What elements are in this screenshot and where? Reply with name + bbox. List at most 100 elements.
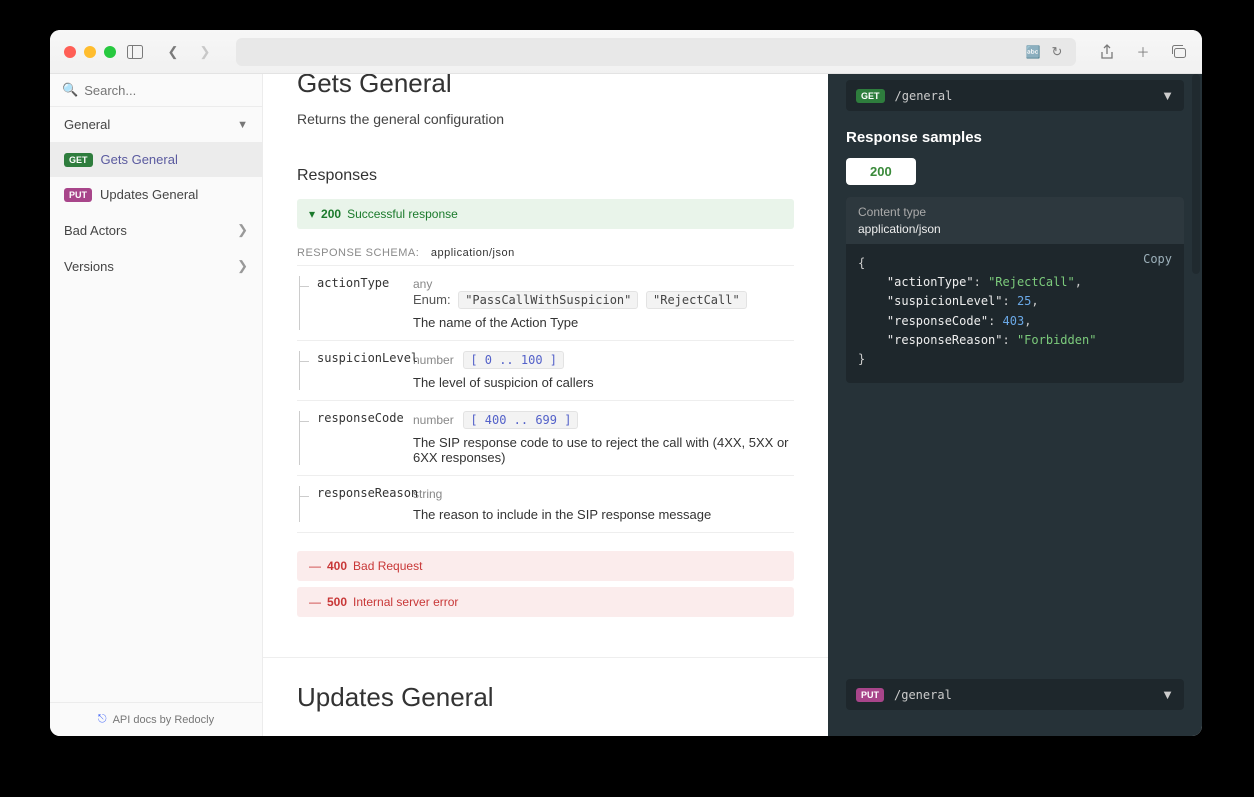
schema-label: RESPONSE SCHEMA: application/json [297, 247, 794, 259]
enum-value: "RejectCall" [646, 291, 747, 309]
copy-button[interactable]: Copy [1143, 250, 1172, 269]
field-row: responseReason string The reason to incl… [297, 476, 794, 533]
method-badge-get: GET [856, 89, 885, 103]
content-scroll[interactable]: Gets General Returns the general configu… [263, 74, 1202, 736]
response-code: 200 [321, 207, 341, 221]
nav-arrows: ❮ ❯ [164, 43, 214, 61]
field-body: number [ 0 .. 100 ] The level of suspici… [413, 351, 794, 390]
endpoint-bar-get[interactable]: GET /general ▼ [846, 80, 1184, 111]
reader-icon[interactable]: 🔤 [1024, 43, 1042, 61]
nav-item-updates-general[interactable]: PUT Updates General [50, 177, 262, 212]
app-body: 🔍 General ▼ GET Gets General PUT Updates… [50, 74, 1202, 736]
section-title: Updates General [297, 682, 794, 713]
nav-group-versions[interactable]: Versions ❯ [50, 248, 262, 284]
json-value: "RejectCall" [988, 275, 1075, 289]
nav-group-general[interactable]: General ▼ [50, 107, 262, 142]
chevron-down-icon: ▾ [309, 207, 315, 221]
field-name: responseReason [297, 486, 413, 522]
section-divider [263, 657, 828, 658]
response-samples-title: Response samples [846, 129, 1184, 146]
nav-item-label: Updates General [100, 187, 198, 202]
response-code: 400 [327, 559, 347, 573]
field-body: string The reason to include in the SIP … [413, 486, 794, 522]
endpoint-bar-put[interactable]: PUT /general ▼ [846, 679, 1184, 710]
chevron-right-icon: ❯ [237, 258, 248, 274]
field-row: responseCode number [ 400 .. 699 ] The S… [297, 401, 794, 476]
endpoint-path: /general [894, 688, 1151, 702]
nav-group-label: General [64, 117, 110, 132]
browser-window: ❮ ❯ 🔤 ↻ ＋ 🔍 General ▼ GET Gets General [50, 30, 1202, 736]
code-body: Copy { "actionType": "RejectCall", "susp… [846, 244, 1184, 383]
titlebar: ❮ ❯ 🔤 ↻ ＋ [50, 30, 1202, 74]
field-desc: The level of suspicion of callers [413, 375, 794, 390]
response-200-row[interactable]: ▾ 200 Successful response [297, 199, 794, 229]
schema-table: actionType any Enum: "PassCallWithSuspic… [297, 265, 794, 533]
chevron-down-icon: ▼ [1161, 687, 1174, 702]
response-400-row[interactable]: — 400 Bad Request [297, 551, 794, 581]
field-constraint: [ 400 .. 699 ] [463, 411, 578, 429]
tabs-icon[interactable] [1170, 43, 1188, 61]
nav-group-bad-actors[interactable]: Bad Actors ❯ [50, 212, 262, 248]
field-type: number [413, 353, 454, 367]
response-text: Bad Request [353, 559, 422, 573]
enum-label: Enum: [413, 292, 451, 307]
field-row: suspicionLevel number [ 0 .. 100 ] The l… [297, 341, 794, 401]
new-tab-icon[interactable]: ＋ [1134, 43, 1152, 61]
json-value: 25 [1017, 294, 1031, 308]
schema-content-type: application/json [431, 247, 515, 259]
redocly-logo-icon: ⎋ [98, 713, 107, 726]
method-badge-put: PUT [856, 688, 884, 702]
field-name: responseCode [297, 411, 413, 465]
window-controls [64, 46, 116, 58]
json-key: "suspicionLevel" [887, 294, 1003, 308]
nav-item-label: Gets General [101, 152, 178, 167]
response-code: 500 [327, 595, 347, 609]
minimize-dot[interactable] [84, 46, 96, 58]
nav-group-label: Versions [64, 259, 114, 274]
section-desc: Returns the general configuration [297, 111, 794, 127]
field-desc: The reason to include in the SIP respons… [413, 507, 794, 522]
nav-group-label: Bad Actors [64, 223, 127, 238]
responses-heading: Responses [297, 167, 794, 185]
chevron-down-icon: ▼ [1161, 88, 1174, 103]
field-desc: The SIP response code to use to reject t… [413, 435, 794, 465]
sidebar: 🔍 General ▼ GET Gets General PUT Updates… [50, 74, 263, 736]
chevron-down-icon: ▼ [237, 119, 248, 131]
close-dot[interactable] [64, 46, 76, 58]
field-body: number [ 400 .. 699 ] The SIP response c… [413, 411, 794, 465]
forward-icon[interactable]: ❯ [196, 43, 214, 61]
content-type-value: application/json [858, 222, 1172, 236]
enum-value: "PassCallWithSuspicion" [458, 291, 638, 309]
json-key: "responseReason" [887, 333, 1003, 347]
reload-icon[interactable]: ↻ [1048, 43, 1066, 61]
field-name: actionType [297, 276, 413, 330]
schema-label-text: RESPONSE SCHEMA: [297, 247, 419, 259]
share-icon[interactable] [1098, 43, 1116, 61]
json-key: "actionType" [887, 275, 974, 289]
field-type: any [413, 277, 432, 291]
credit-text: API docs by Redocly [113, 714, 215, 726]
field-type: number [413, 413, 454, 427]
search-box[interactable]: 🔍 [50, 74, 262, 107]
json-value: "Forbidden" [1017, 333, 1096, 347]
sample-tab-200[interactable]: 200 [846, 158, 916, 185]
method-badge-put: PUT [64, 188, 92, 202]
chevron-right-icon: — [309, 595, 321, 609]
main-column: Gets General Returns the general configu… [263, 74, 828, 736]
code-header: Content type application/json [846, 197, 1184, 244]
search-input[interactable] [84, 83, 250, 98]
json-value: 403 [1003, 314, 1025, 328]
response-500-row[interactable]: — 500 Internal server error [297, 587, 794, 617]
field-body: any Enum: "PassCallWithSuspicion" "Rejec… [413, 276, 794, 330]
address-bar[interactable]: 🔤 ↻ [236, 38, 1076, 66]
method-badge-get: GET [64, 153, 93, 167]
search-icon: 🔍 [62, 82, 78, 98]
response-text: Internal server error [353, 595, 458, 609]
back-icon[interactable]: ❮ [164, 43, 182, 61]
field-desc: The name of the Action Type [413, 315, 794, 330]
zoom-dot[interactable] [104, 46, 116, 58]
scrollbar[interactable] [1192, 74, 1200, 274]
endpoint-path: /general [895, 89, 1152, 103]
sidebar-toggle-icon[interactable] [126, 43, 144, 61]
nav-item-gets-general[interactable]: GET Gets General [50, 142, 262, 177]
